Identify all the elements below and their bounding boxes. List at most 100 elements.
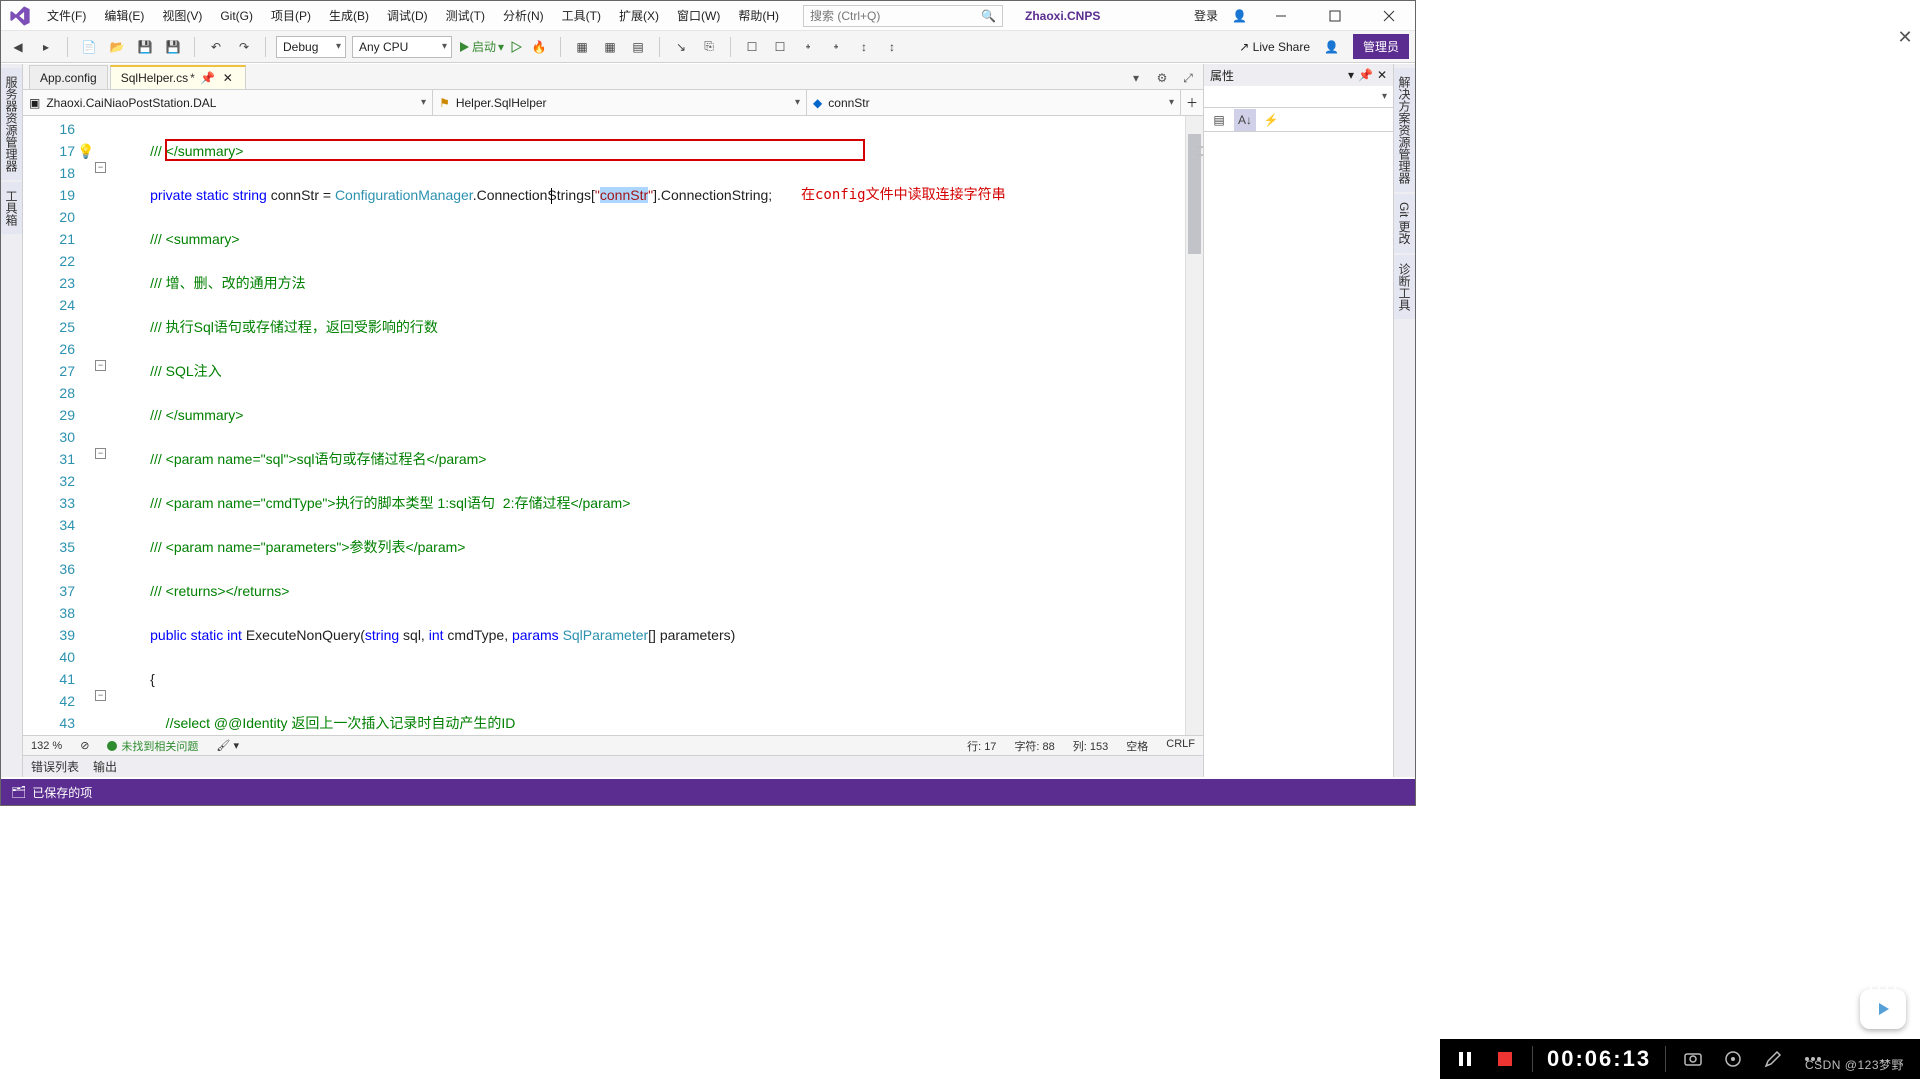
fold-toggle[interactable]: − bbox=[95, 360, 106, 371]
menu-help[interactable]: 帮助(H) bbox=[730, 4, 787, 27]
menu-ext[interactable]: 扩展(X) bbox=[611, 4, 667, 27]
menu-debug[interactable]: 调试(D) bbox=[379, 4, 436, 27]
properties-grid[interactable] bbox=[1204, 132, 1393, 777]
tab-app-config[interactable]: App.config bbox=[29, 65, 108, 89]
nav-fwd-button[interactable]: ▸ bbox=[35, 36, 57, 58]
rec-tool-pencil-icon[interactable] bbox=[1760, 1046, 1786, 1072]
field-icon: ◆ bbox=[813, 96, 822, 110]
fold-toggle[interactable]: − bbox=[95, 690, 106, 701]
issues-indicator-icon[interactable]: ⊘ bbox=[80, 739, 89, 752]
left-rail-toolbox[interactable]: 工具箱 bbox=[1, 182, 22, 234]
start-debug-button[interactable]: 启动 ▾ bbox=[458, 38, 504, 55]
liveshare-button[interactable]: ↗ Live Share bbox=[1239, 40, 1310, 54]
tab-label: SqlHelper.cs bbox=[121, 71, 188, 85]
fold-toggle[interactable]: − bbox=[95, 162, 106, 173]
menu-git[interactable]: Git(G) bbox=[212, 6, 261, 26]
brush-icon[interactable]: 🖌 ▾ bbox=[216, 739, 239, 752]
indent-mode[interactable]: 空格 bbox=[1126, 738, 1148, 754]
vertical-scrollbar[interactable] bbox=[1185, 116, 1203, 735]
redo-button[interactable]: ↷ bbox=[233, 36, 255, 58]
menu-edit[interactable]: 编辑(E) bbox=[96, 4, 152, 27]
zoom-level[interactable]: 132 % bbox=[31, 740, 62, 752]
feedback-icon[interactable]: 👤 bbox=[1324, 40, 1339, 54]
open-button[interactable]: 📂 bbox=[106, 36, 128, 58]
start-label: 启动 bbox=[472, 38, 496, 55]
lightbulb-icon[interactable]: 💡 bbox=[77, 140, 94, 162]
navigation-bar: ▣Zhaoxi.CaiNiaoPostStation.DAL ⚑Helper.S… bbox=[23, 90, 1203, 116]
start-nodebug-button[interactable] bbox=[510, 41, 522, 53]
right-rail-git-changes[interactable]: Git 更改 bbox=[1394, 194, 1415, 253]
pause-button[interactable] bbox=[1452, 1046, 1478, 1072]
nav-back-button[interactable]: ◀ bbox=[7, 36, 29, 58]
prop-categorized-icon[interactable]: ▤ bbox=[1208, 109, 1230, 131]
tb-icon-8[interactable]: ᛭ bbox=[797, 36, 819, 58]
panel-close-icon[interactable]: ✕ bbox=[1377, 68, 1387, 82]
close-button[interactable] bbox=[1369, 4, 1409, 28]
nav-class-dropdown[interactable]: ⚑Helper.SqlHelper bbox=[433, 90, 807, 115]
tb-icon-7[interactable]: ☐ bbox=[769, 36, 791, 58]
tb-icon-2[interactable]: ▦ bbox=[599, 36, 621, 58]
right-rail-solution-explorer[interactable]: 解决方案资源管理器 bbox=[1394, 68, 1415, 192]
config-dropdown[interactable]: Debug bbox=[276, 36, 346, 58]
code-surface[interactable]: /// </summary> private static string con… bbox=[111, 116, 1185, 735]
close-tab-icon[interactable]: ✕ bbox=[221, 71, 235, 85]
tab-error-list[interactable]: 错误列表 bbox=[31, 758, 79, 775]
search-input[interactable]: 搜索 (Ctrl+Q) 🔍 bbox=[803, 5, 1003, 27]
prop-events-icon[interactable]: ⚡ bbox=[1260, 109, 1282, 131]
nav-namespace-dropdown[interactable]: ▣Zhaoxi.CaiNiaoPostStation.DAL bbox=[23, 90, 433, 115]
outline-margin[interactable]: − − − − bbox=[93, 116, 111, 735]
rec-tool-target-icon[interactable] bbox=[1720, 1046, 1746, 1072]
tab-settings-icon[interactable]: ⚙ bbox=[1151, 67, 1173, 89]
save-button[interactable]: 💾 bbox=[134, 36, 156, 58]
menu-view[interactable]: 视图(V) bbox=[154, 4, 210, 27]
video-play-bubble[interactable] bbox=[1860, 989, 1906, 1029]
minimize-button[interactable] bbox=[1261, 4, 1301, 28]
tb-icon-1[interactable]: ▦ bbox=[571, 36, 593, 58]
platform-dropdown[interactable]: Any CPU bbox=[352, 36, 452, 58]
tb-icon-4[interactable]: ↘ bbox=[670, 36, 692, 58]
prop-alpha-icon[interactable]: A↓ bbox=[1234, 109, 1256, 131]
menu-project[interactable]: 项目(P) bbox=[263, 4, 319, 27]
nav-class-label: Helper.SqlHelper bbox=[456, 96, 547, 110]
tb-icon-11[interactable]: ↕ bbox=[881, 36, 903, 58]
tb-icon-5[interactable]: ⎘ bbox=[698, 36, 720, 58]
maximize-button[interactable] bbox=[1315, 4, 1355, 28]
properties-object-dropdown[interactable] bbox=[1204, 86, 1393, 108]
tab-overflow-icon[interactable]: ▾ bbox=[1125, 67, 1147, 89]
account-icon[interactable]: 👤 bbox=[1232, 9, 1247, 23]
code-editor[interactable]: 💡 16171819202122232425262728293031323334… bbox=[23, 116, 1203, 735]
eol-mode[interactable]: CRLF bbox=[1166, 738, 1195, 754]
new-project-button[interactable]: 📄 bbox=[78, 36, 100, 58]
fold-toggle[interactable]: − bbox=[95, 448, 106, 459]
rec-tool-camera-icon[interactable] bbox=[1680, 1046, 1706, 1072]
left-rail-server-explorer[interactable]: 服务器资源管理器 bbox=[1, 68, 22, 180]
right-rail-diagnostics[interactable]: 诊断工具 bbox=[1394, 255, 1415, 319]
undo-button[interactable]: ↶ bbox=[205, 36, 227, 58]
panel-pin-icon[interactable]: 📌 bbox=[1358, 68, 1373, 82]
main-toolbar: ◀ ▸ 📄 📂 💾 💾 ↶ ↷ Debug Any CPU 启动 ▾ 🔥 ▦ ▦… bbox=[1, 31, 1415, 63]
nav-member-dropdown[interactable]: ◆connStr bbox=[807, 90, 1181, 115]
vs-logo-icon bbox=[9, 5, 31, 27]
menu-window[interactable]: 窗口(W) bbox=[669, 4, 728, 27]
tb-icon-9[interactable]: ᛭ bbox=[825, 36, 847, 58]
save-all-button[interactable]: 💾 bbox=[162, 36, 184, 58]
outer-close-icon[interactable]: ✕ bbox=[1890, 22, 1920, 52]
nav-split-button[interactable]: ＋ bbox=[1181, 90, 1203, 115]
stop-button[interactable] bbox=[1492, 1046, 1518, 1072]
menu-file[interactable]: 文件(F) bbox=[39, 4, 94, 27]
tab-expand-icon[interactable]: ⤢ bbox=[1177, 67, 1199, 89]
tb-icon-10[interactable]: ↕ bbox=[853, 36, 875, 58]
tb-icon-6[interactable]: ☐ bbox=[741, 36, 763, 58]
menu-test[interactable]: 测试(T) bbox=[438, 4, 493, 27]
pin-icon[interactable]: 📌 bbox=[201, 71, 215, 85]
menu-analyze[interactable]: 分析(N) bbox=[495, 4, 552, 27]
panel-dropdown-icon[interactable]: ▾ bbox=[1348, 68, 1354, 82]
tb-icon-3[interactable]: ▤ bbox=[627, 36, 649, 58]
search-icon: 🔍 bbox=[981, 9, 996, 23]
signin-link[interactable]: 登录 bbox=[1194, 7, 1218, 24]
tab-sqlhelper[interactable]: SqlHelper.cs* 📌 ✕ bbox=[110, 65, 246, 89]
hot-reload-button[interactable]: 🔥 bbox=[528, 36, 550, 58]
menu-build[interactable]: 生成(B) bbox=[321, 4, 377, 27]
menu-tools[interactable]: 工具(T) bbox=[554, 4, 609, 27]
tab-output[interactable]: 输出 bbox=[93, 758, 117, 775]
